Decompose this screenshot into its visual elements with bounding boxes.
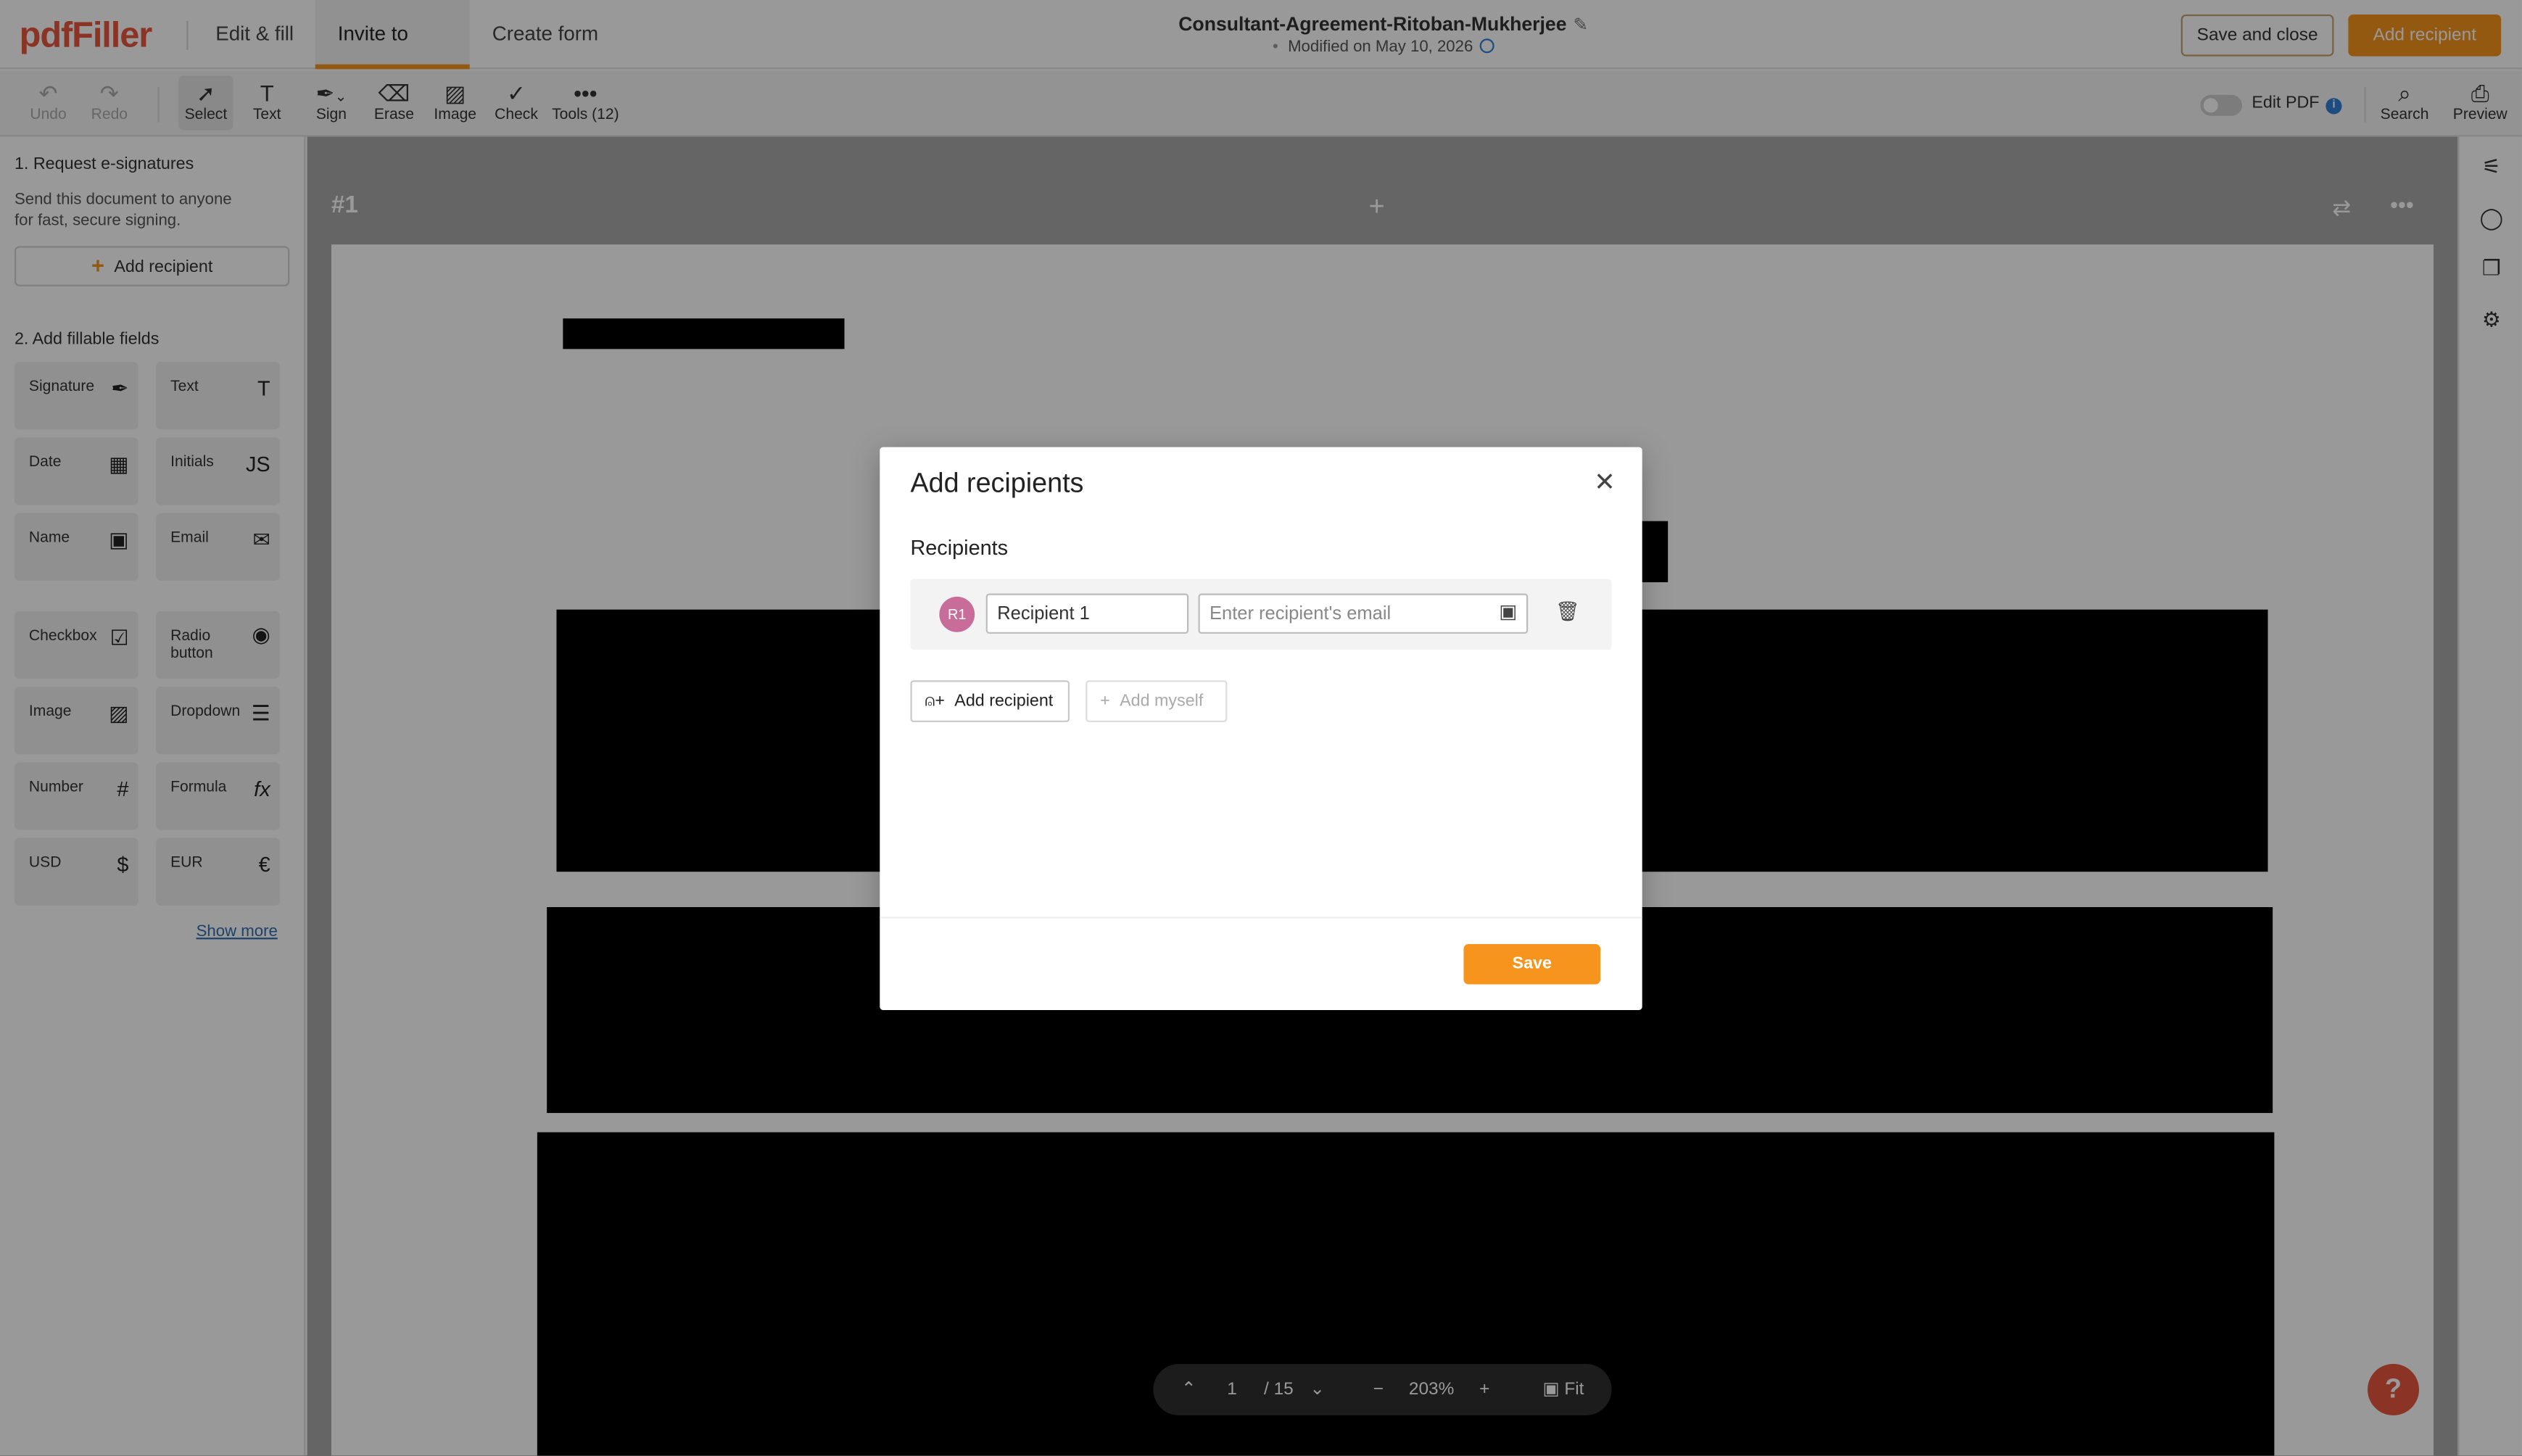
add-recipient-button[interactable]: ⍝+ Add recipient	[910, 680, 1070, 722]
add-recipient-label: Add recipient	[954, 691, 1054, 711]
trash-icon[interactable]: 🗑	[1555, 600, 1580, 622]
dialog-footer-divider	[880, 917, 1642, 919]
add-user-icon: ⍝+	[925, 691, 945, 711]
avatar: R1	[939, 596, 975, 632]
address-book-icon[interactable]: ▣	[1499, 600, 1517, 622]
recipient-row: R1 ▣ 🗑	[910, 579, 1612, 650]
close-icon[interactable]: ✕	[1594, 466, 1616, 498]
dialog-title: Add recipients	[910, 468, 1084, 499]
recipient-email-input[interactable]	[1198, 593, 1529, 634]
recipients-heading: Recipients	[910, 535, 1009, 560]
save-button[interactable]: Save	[1463, 944, 1601, 985]
add-recipients-dialog: Add recipients ✕ Recipients R1 ▣ 🗑 ⍝+ Add…	[880, 447, 1642, 1010]
add-myself-button[interactable]: + Add myself	[1086, 680, 1228, 722]
add-myself-label: Add myself	[1120, 691, 1204, 711]
recipient-name-input[interactable]	[985, 593, 1189, 634]
plus-icon: +	[1100, 691, 1110, 711]
app-window: pdfFiller Edit & fill Invite to sign Cre…	[0, 0, 2522, 1456]
